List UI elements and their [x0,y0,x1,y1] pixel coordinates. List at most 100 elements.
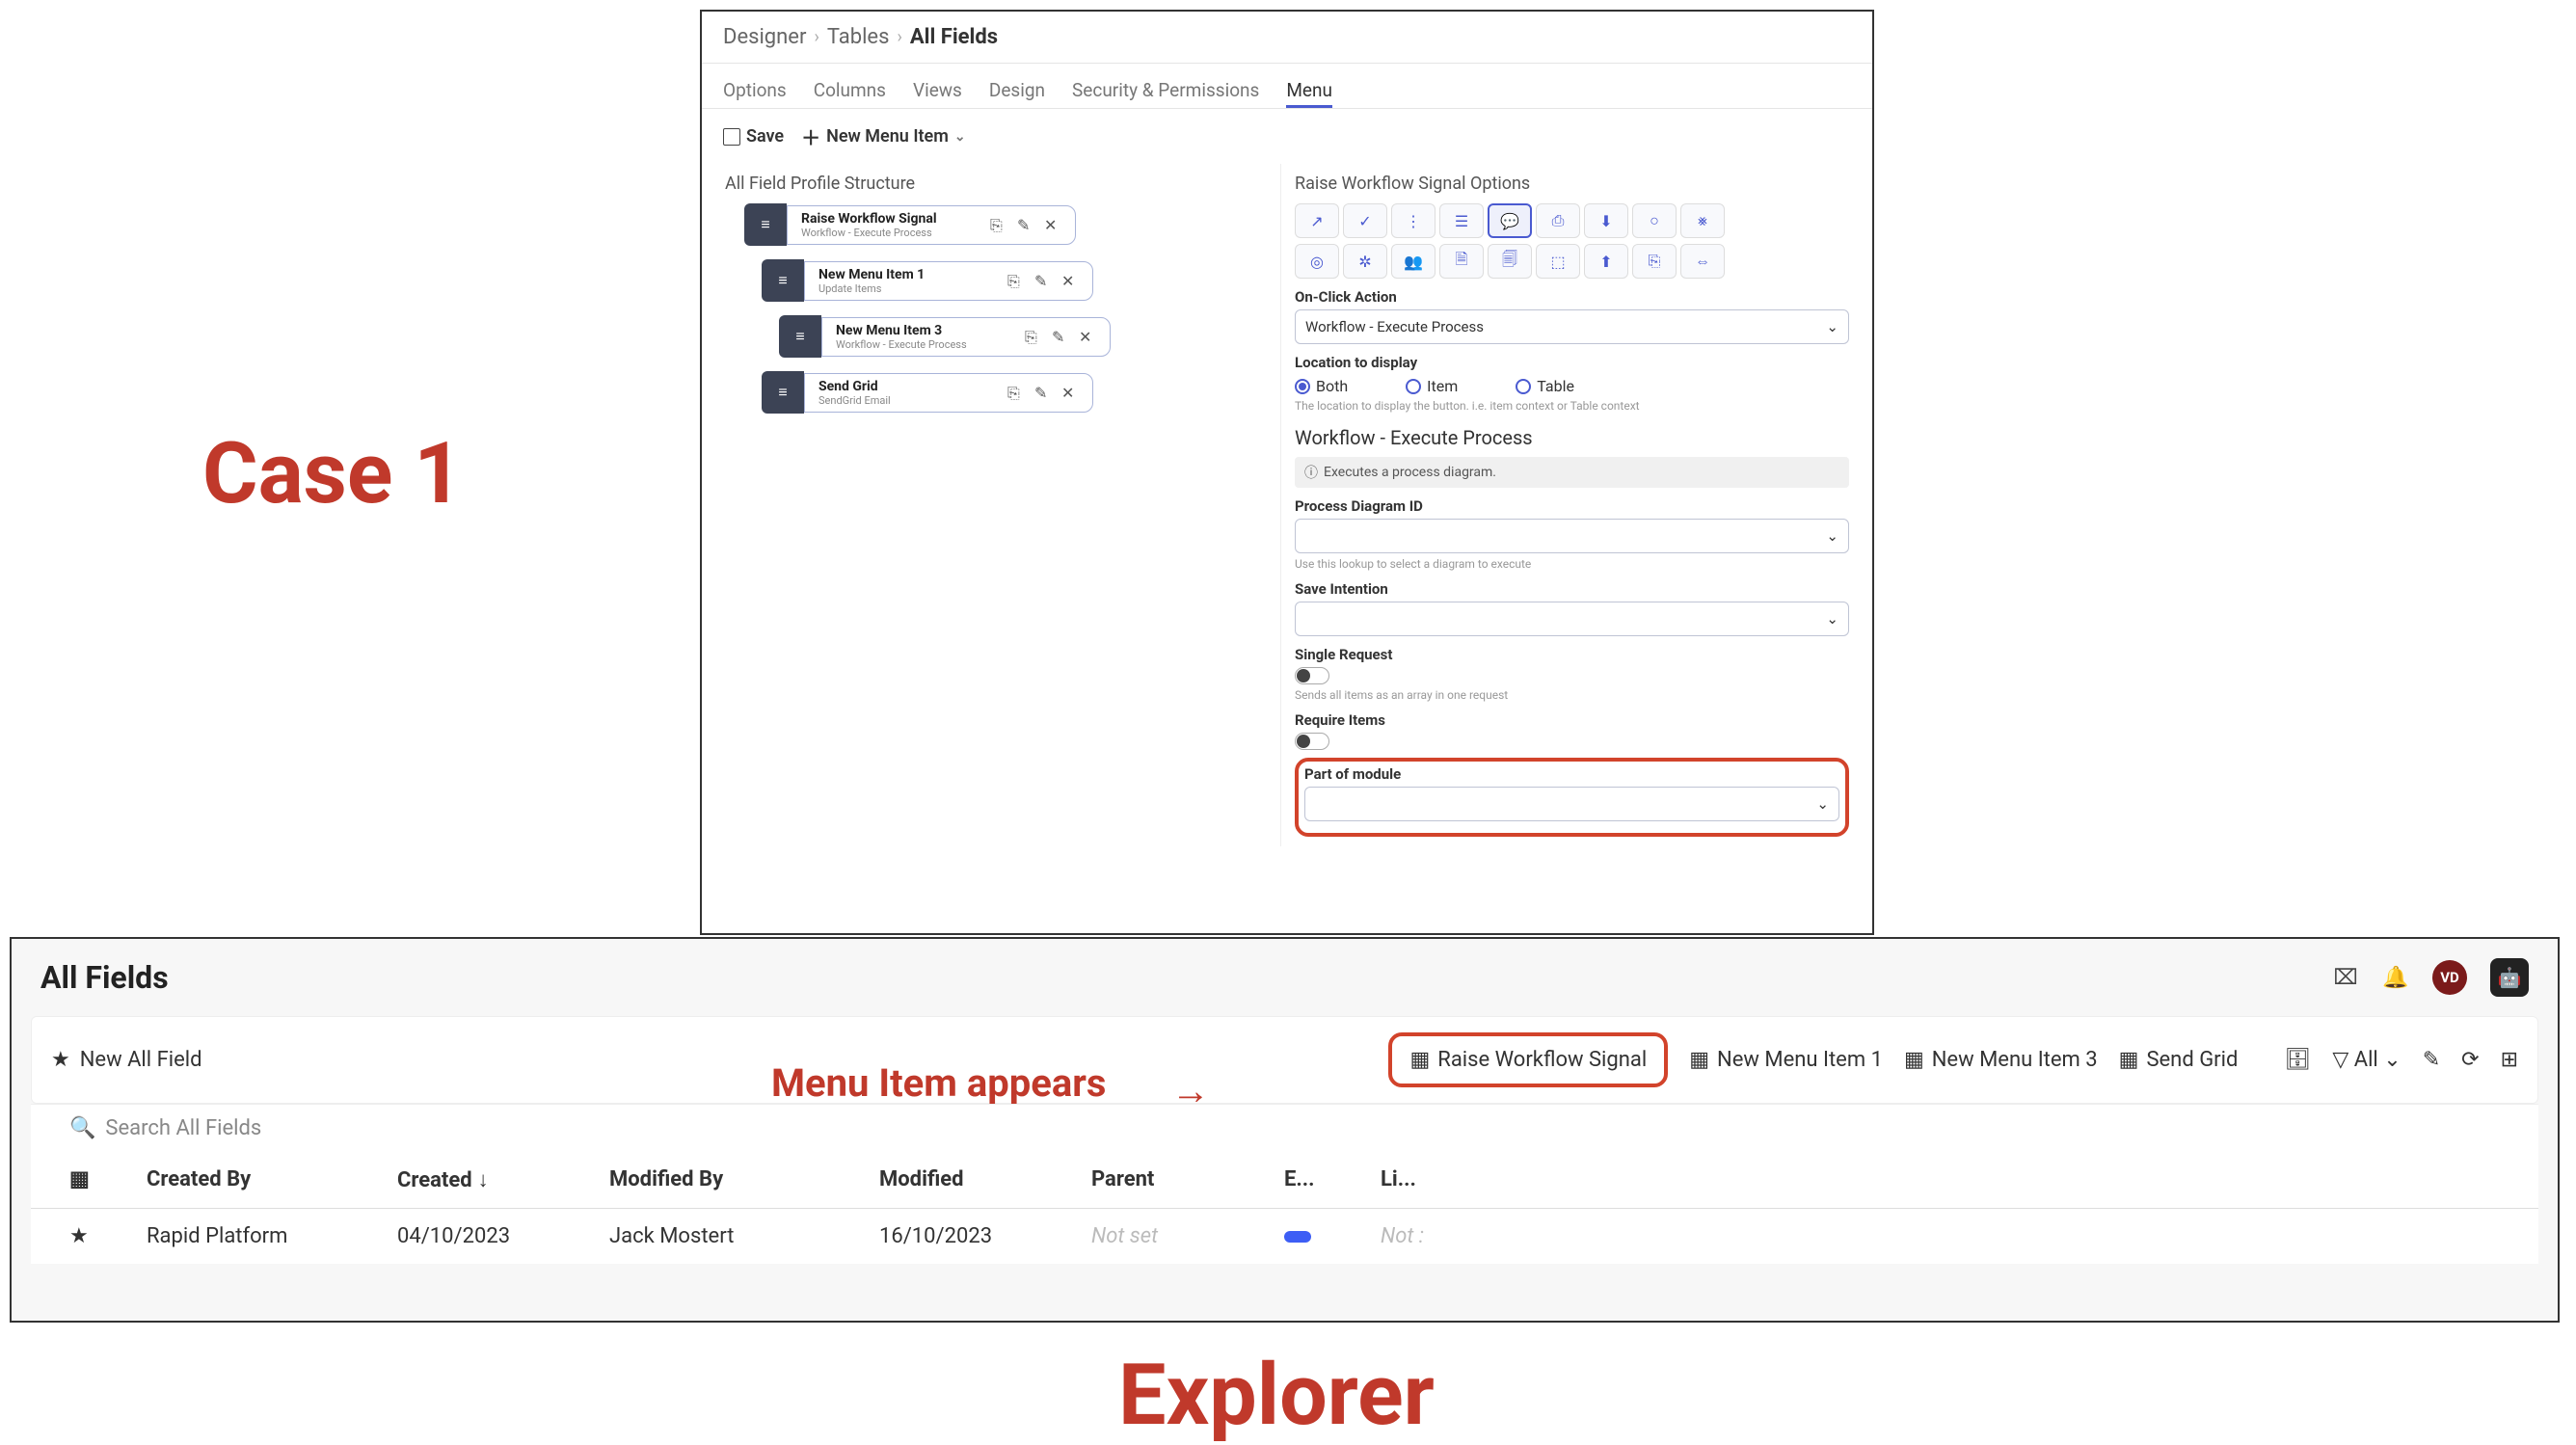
menu-new-item-1[interactable]: ▦ New Menu Item 1 [1689,1048,1883,1072]
avatar[interactable]: VD [2432,960,2467,995]
onclick-action-select[interactable]: Workflow - Execute Process ⌄ [1295,309,1849,344]
menu-item-new3[interactable]: ≡ New Menu Item 3 Workflow - Execute Pro… [779,315,1267,358]
icon-option[interactable]: ✓ [1343,203,1387,238]
icon-option[interactable]: ⋮ [1391,203,1436,238]
radio-both[interactable]: Both [1295,377,1348,395]
column-selector-icon[interactable]: ▦ [69,1167,108,1192]
close-icon[interactable]: ✕ [1079,328,1096,345]
radio-icon [1516,379,1531,394]
edit-icon[interactable]: ✎ [1034,272,1052,289]
item-sub: Workflow - Execute Process [801,227,937,239]
menu-item-raise-workflow[interactable]: ≡ Raise Workflow Signal Workflow - Execu… [744,203,1267,246]
save-button[interactable]: Save [723,126,784,147]
bell-icon[interactable]: 🔔 [2382,964,2409,991]
part-of-module-label: Part of module [1304,765,1839,783]
tab-columns[interactable]: Columns [814,73,886,108]
radio-table[interactable]: Table [1516,377,1574,395]
cell-modified: 16/10/2023 [879,1224,1053,1248]
icon-option-selected[interactable]: 💬 [1488,203,1532,238]
close-icon[interactable]: ✕ [1061,272,1079,289]
chevron-right-icon: › [814,27,818,47]
icon-option[interactable]: ☰ [1439,203,1484,238]
drag-handle-icon[interactable]: ≡ [762,259,804,302]
single-request-label: Single Request [1295,646,1849,663]
icon-picker-row2: ◎ ✲ 👥 🗎 🗐 ⬚ ⬆ ⎘ ⇔ [1295,244,1849,279]
icon-option[interactable]: ⎙ [1536,203,1580,238]
refresh-icon[interactable]: ⟳ [2461,1048,2479,1072]
drag-handle-icon[interactable]: ≡ [779,315,821,358]
edit-icon[interactable]: ✎ [1052,328,1069,345]
icon-option[interactable]: 🗐 [1488,244,1532,279]
copy-icon[interactable]: ⎘ [1007,272,1025,289]
icon-option[interactable]: ⨳ [1680,203,1725,238]
data-table: ▦ Created By Created ↓ Modified By Modif… [31,1152,2538,1264]
drag-handle-icon[interactable]: ≡ [744,203,787,246]
icon-option[interactable]: ⬇ [1584,203,1628,238]
icon-option[interactable]: ○ [1632,203,1677,238]
tab-views[interactable]: Views [913,73,962,108]
cell-modified-by: Jack Mostert [609,1224,841,1248]
tab-design[interactable]: Design [989,73,1045,108]
new-all-field-button[interactable]: ★ New All Field [51,1048,202,1072]
icon-option[interactable]: 👥 [1391,244,1436,279]
designer-window: Designer › Tables › All Fields Options C… [700,10,1874,935]
icon-option[interactable]: ✲ [1343,244,1387,279]
filter-label: All [2354,1048,2378,1072]
table-row[interactable]: ★ Rapid Platform 04/10/2023 Jack Mostert… [31,1209,2538,1264]
copy-icon[interactable]: ⎘ [1025,328,1042,345]
icon-option[interactable]: ◎ [1295,244,1339,279]
icon-option[interactable]: ⬚ [1536,244,1580,279]
col-modified[interactable]: Modified [879,1167,1053,1192]
chatbot-button[interactable]: 🤖 [2490,958,2529,997]
process-id-select[interactable]: ⌄ [1295,519,1849,553]
icon-option[interactable]: ⎘ [1632,244,1677,279]
menu-item-new1[interactable]: ≡ New Menu Item 1 Update Items ⎘ ✎ ✕ [762,259,1267,302]
status-pill [1284,1231,1311,1243]
filter-button[interactable]: ▽ All ⌄ [2332,1048,2401,1072]
explorer-toolbar: ★ New All Field ▦ Raise Workflow Signal … [31,1016,2538,1104]
layout-icon[interactable]: ⊞ [2501,1048,2518,1072]
new-menu-item-button[interactable]: ＋ New Menu Item ⌄ [801,122,965,150]
col-created-by[interactable]: Created By [147,1167,359,1192]
icon-option[interactable]: ⇔ [1680,244,1725,279]
panel-toggle-icon[interactable]: ⌧ [2332,964,2359,991]
close-icon[interactable]: ✕ [1061,384,1079,401]
grid-icon: ▦ [1409,1048,1430,1072]
menu-item-sendgrid[interactable]: ≡ Send Grid SendGrid Email ⎘ ✎ ✕ [762,371,1267,414]
col-modified-by[interactable]: Modified By [609,1167,841,1192]
icon-option[interactable]: ⬆ [1584,244,1628,279]
single-request-toggle[interactable] [1295,667,1329,684]
menu-send-grid[interactable]: ▦ Send Grid [2119,1048,2239,1072]
col-li[interactable]: Li... [1381,1167,1438,1192]
col-created[interactable]: Created ↓ [397,1167,571,1192]
breadcrumb-designer[interactable]: Designer [723,25,806,49]
copy-icon[interactable]: ⎘ [1007,384,1025,401]
require-items-toggle[interactable] [1295,733,1329,750]
edit-icon[interactable]: ✎ [1017,216,1034,233]
search-bar[interactable]: 🔍 Search All Fields [31,1104,2538,1152]
tab-security[interactable]: Security & Permissions [1072,73,1259,108]
part-of-module-select[interactable]: ⌄ [1304,787,1839,821]
drag-handle-icon[interactable]: ≡ [762,371,804,414]
copy-icon[interactable]: ⎘ [990,216,1007,233]
star-icon[interactable]: ★ [69,1224,108,1248]
excel-export-icon[interactable]: 🗄 [2284,1048,2311,1072]
breadcrumb-tables[interactable]: Tables [827,25,890,49]
menu-raise-workflow-signal[interactable]: ▦ Raise Workflow Signal [1388,1032,1668,1087]
tab-menu[interactable]: Menu [1286,73,1332,108]
radio-item[interactable]: Item [1406,377,1458,395]
close-icon[interactable]: ✕ [1044,216,1061,233]
menu-label: New Menu Item 1 [1717,1048,1883,1072]
col-e[interactable]: E... [1284,1167,1342,1192]
edit-icon[interactable]: ✎ [1034,384,1052,401]
tab-options[interactable]: Options [723,73,787,108]
explorer-window: All Fields ⌧ 🔔 VD 🤖 ★ New All Field ▦ Ra… [10,937,2560,1323]
icon-option[interactable]: 🗎 [1439,244,1484,279]
save-intention-select[interactable]: ⌄ [1295,602,1849,636]
menu-new-item-3[interactable]: ▦ New Menu Item 3 [1904,1048,2098,1072]
edit-icon[interactable]: ✎ [2423,1048,2440,1072]
chevron-down-icon: ⌄ [1816,795,1829,813]
item-title: New Menu Item 1 [818,267,925,282]
icon-option[interactable]: ↗ [1295,203,1339,238]
col-parent[interactable]: Parent [1091,1167,1246,1192]
